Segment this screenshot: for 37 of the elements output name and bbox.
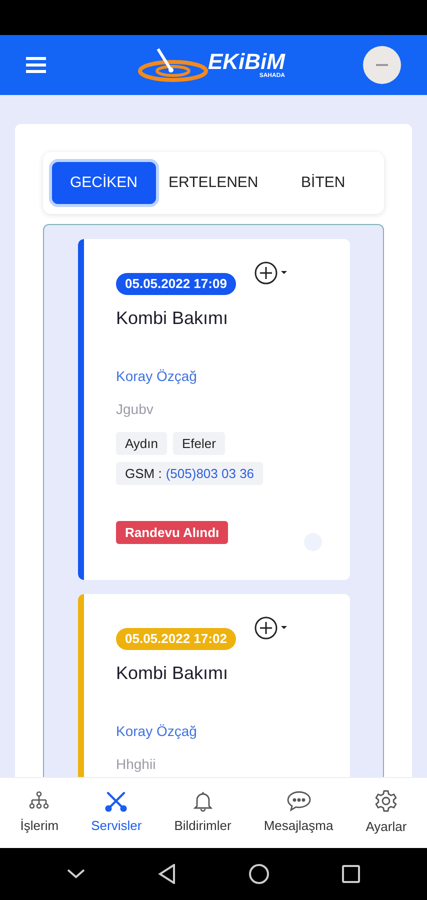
logo-icon <box>138 47 208 83</box>
avatar[interactable] <box>363 46 401 84</box>
tools-icon <box>105 790 128 812</box>
job-title: Kombi Bakımı <box>116 307 228 330</box>
location-tag: Efeler <box>173 432 225 455</box>
nav-item[interactable]: İşlerim <box>19 790 60 836</box>
status-badge: Randevu Alındı <box>116 521 228 544</box>
nav-item[interactable]: Mesajlaşma <box>262 790 334 836</box>
add-menu-button[interactable] <box>254 261 290 285</box>
phone-link[interactable]: (505)803 03 36 <box>166 464 254 484</box>
job-note: Hhghii <box>116 755 156 774</box>
nav-item[interactable]: Ayarlar <box>364 789 408 837</box>
tab[interactable]: BİTEN <box>271 162 376 204</box>
settings-icon <box>374 789 398 814</box>
job-title: Kombi Bakımı <box>116 662 228 685</box>
customer-link[interactable]: Koray Özçağ <box>116 721 197 742</box>
back-icon[interactable] <box>158 864 176 884</box>
customer-link[interactable]: Koray Özçağ <box>116 366 197 387</box>
date-badge: 05.05.2022 17:02 <box>116 628 236 650</box>
nav-item[interactable]: Bildirimler <box>173 790 232 836</box>
menu-icon[interactable] <box>26 57 46 73</box>
home-icon[interactable] <box>249 864 270 884</box>
nav-item[interactable]: Servisler <box>90 790 143 836</box>
chat-icon <box>286 790 312 812</box>
logo-text: EKiBiM <box>208 51 285 73</box>
chevron-down-icon[interactable] <box>66 869 85 879</box>
job-card[interactable]: 05.05.2022 17:09 Kombi Bakımı Koray Özçağ Jgubv Aydın Efeler GSM : (505)803 03 36 Randevu Alındı <box>78 239 350 580</box>
location-tag: Aydın <box>116 432 168 455</box>
bell-icon <box>192 790 214 812</box>
job-card[interactable]: 05.05.2022 17:02 Kombi Bakımı Koray Özçağ Hhghii <box>78 594 350 777</box>
date-badge: 05.05.2022 17:09 <box>116 273 236 295</box>
tab[interactable]: ERTELENEN <box>162 162 266 204</box>
recents-icon[interactable] <box>342 865 360 883</box>
tab[interactable]: GECİKEN <box>52 162 156 204</box>
phone-label: GSM : <box>125 464 162 483</box>
add-menu-button[interactable] <box>254 616 290 640</box>
job-note: Jgubv <box>116 400 154 419</box>
